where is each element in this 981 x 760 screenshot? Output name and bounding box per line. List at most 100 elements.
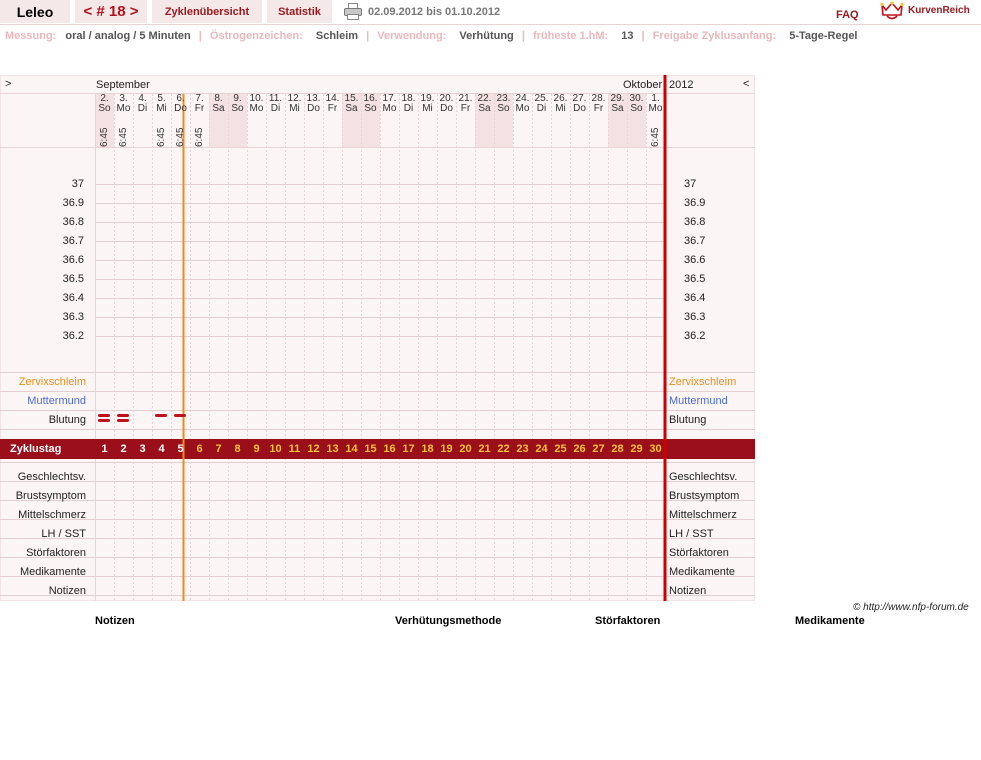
cycle-day-number[interactable]: 26 [570,439,589,459]
day-header[interactable]: 15. Sa [342,94,361,128]
day-header[interactable]: 22. Sa [475,94,494,128]
day-header[interactable]: 14. Fr [323,94,342,128]
day-header[interactable]: 23. So [494,94,513,128]
release-value: 5-Tage-Regel [789,30,858,42]
cycle-day-number[interactable]: 18 [418,439,437,459]
cycle-day-number[interactable]: 13 [323,439,342,459]
lh-test-label-right: LH / SST [669,528,714,540]
cycle-day-number[interactable]: 17 [399,439,418,459]
day-header[interactable]: 18. Di [399,94,418,128]
day-header[interactable]: 6. Do [171,94,190,128]
cycle-day-number[interactable]: 16 [380,439,399,459]
measure-time: 6:45 [99,127,110,147]
day-header[interactable]: 30. So [627,94,646,128]
statistics-tab[interactable]: Statistik [267,0,332,23]
notes-label: Notizen [48,585,86,597]
cycle-day-number[interactable]: 29 [627,439,646,459]
day-header[interactable]: 20. Do [437,94,456,128]
day-header[interactable]: 19. Mi [418,94,437,128]
weekday: So [98,103,111,114]
day-header[interactable]: 8. Sa [209,94,228,128]
cervical-mucus-label: Zervixschleim [18,376,86,388]
breast-symptom-label-right: Brustsymptom [669,490,740,502]
cycle-day-number[interactable]: 14 [342,439,361,459]
cycle-day-number[interactable]: 6 [190,439,209,459]
day-header[interactable]: 12. Mi [285,94,304,128]
faq-link[interactable]: FAQ [836,9,859,21]
weekday: Mo [249,103,264,114]
cycle-day-number[interactable]: 11 [285,439,304,459]
temperature-tick-left: 36.7 [62,235,84,247]
cycle-day-number[interactable]: 3 [133,439,152,459]
weekday: So [231,103,244,114]
crown-smiley-icon [880,1,904,20]
day-header[interactable]: 11. Di [266,94,285,128]
weekday: Mi [555,103,566,114]
day-header[interactable]: 9. So [228,94,247,128]
day-header[interactable]: 10. Mo [247,94,266,128]
nav-next-arrow[interactable]: < [743,78,749,90]
day-header[interactable]: 1. Mo [646,94,665,128]
cycle-day-number[interactable]: 27 [589,439,608,459]
cycle-overview-tab[interactable]: Zyklenübersicht [152,0,262,23]
day-header[interactable]: 24. Mo [513,94,532,128]
user-name-tab[interactable]: Leleo [0,0,70,23]
measure-time: 6:45 [156,127,167,147]
kurvenreich-logo[interactable]: KurvenReich [880,1,980,21]
day-header[interactable]: 13. Do [304,94,323,128]
cycle-day-number[interactable]: 23 [513,439,532,459]
day-header[interactable]: 7. Fr [190,94,209,128]
cycle-day-number[interactable]: 9 [247,439,266,459]
cycle-navigator[interactable]: < # 18 > [75,0,147,23]
weekday: Do [440,103,453,114]
day-header[interactable]: 27. Do [570,94,589,128]
cycle-day-number[interactable]: 25 [551,439,570,459]
printer-icon[interactable] [344,3,362,20]
header-divider [0,24,981,25]
middle-pain-label: Mittelschmerz [18,509,86,521]
weekday: So [630,103,643,114]
disturbances-label: Störfaktoren [26,547,86,559]
cycle-day-number[interactable]: 8 [228,439,247,459]
cycle-day-number[interactable]: 10 [266,439,285,459]
cycle-day-number[interactable]: 15 [361,439,380,459]
day-header[interactable]: 16. So [361,94,380,128]
cycle-day-number[interactable]: 21 [475,439,494,459]
cycle-day-number[interactable]: 1 [95,439,114,459]
day-header[interactable]: 25. Di [532,94,551,128]
bleeding-mark [174,414,186,417]
day-header[interactable]: 29. Sa [608,94,627,128]
day-header[interactable]: 17. Mo [380,94,399,128]
intercourse-label-right: Geschlechtsv. [669,471,738,483]
cycle-day-number[interactable]: 19 [437,439,456,459]
temperature-tick-left: 36.4 [62,292,84,304]
footer-medication-heading: Medikamente [795,615,865,627]
temperature-tick-right: 36.3 [684,311,706,323]
day-header[interactable]: 2. So [95,94,114,128]
cycle-day-number[interactable]: 5 [171,439,190,459]
day-header[interactable]: 5. Mi [152,94,171,128]
day-header[interactable]: 3. Mo [114,94,133,128]
cycle-day-number[interactable]: 22 [494,439,513,459]
cycle-day-number[interactable]: 12 [304,439,323,459]
cycle-day-number[interactable]: 24 [532,439,551,459]
cycle-day-number[interactable]: 30 [646,439,665,459]
temperature-tick-right: 36.9 [684,197,706,209]
cycle-day-number[interactable]: 7 [209,439,228,459]
cycle-day-number[interactable]: 2 [114,439,133,459]
temperature-tick-right: 36.5 [684,273,706,285]
day-header[interactable]: 28. Fr [589,94,608,128]
cycle-day-number[interactable]: 20 [456,439,475,459]
usage-label: Verwendung: [377,30,447,42]
bleeding-mark [98,414,110,417]
cycle-day-number[interactable]: 28 [608,439,627,459]
weekday: Fr [194,103,205,114]
day-header[interactable]: 26. Mi [551,94,570,128]
weekday: Sa [611,103,624,114]
cervix-label: Muttermund [27,395,86,407]
day-header[interactable]: 21. Fr [456,94,475,128]
day-header[interactable]: 4. Di [133,94,152,128]
cycle-day-number[interactable]: 4 [152,439,171,459]
nav-prev-arrow[interactable]: > [5,78,11,90]
app-root: Leleo < # 18 > Zyklenübersicht Statistik… [0,0,981,760]
